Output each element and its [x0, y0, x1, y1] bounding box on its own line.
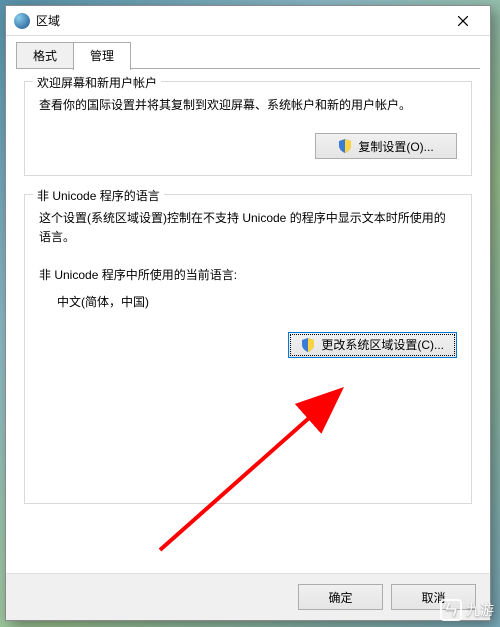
- tab-admin[interactable]: 管理: [73, 42, 131, 70]
- close-button[interactable]: [442, 8, 484, 34]
- group-welcome: 欢迎屏幕和新用户帐户 查看你的国际设置并将其复制到欢迎屏幕、系统帐户和新的用户帐…: [24, 81, 472, 176]
- dialog-content: 欢迎屏幕和新用户帐户 查看你的国际设置并将其复制到欢迎屏幕、系统帐户和新的用户帐…: [6, 69, 490, 573]
- current-language-value: 中文(简体，中国): [57, 293, 457, 310]
- watermark: ㄣ 九游: [440, 599, 494, 621]
- group-nonunicode-legend: 非 Unicode 程序的语言: [33, 187, 164, 204]
- shield-icon: [301, 338, 315, 352]
- ok-button[interactable]: 确定: [298, 584, 383, 610]
- change-locale-button[interactable]: 更改系统区域设置(C)...: [288, 332, 457, 358]
- current-language-label: 非 Unicode 程序中所使用的当前语言:: [39, 266, 457, 285]
- dialog-button-bar: 确定 取消: [6, 573, 490, 620]
- shield-icon: [338, 139, 352, 153]
- region-dialog: 区域 格式 管理 欢迎屏幕和新用户帐户 查看你的国际设置并将其复制到欢迎屏幕、系…: [5, 5, 491, 621]
- group-welcome-desc: 查看你的国际设置并将其复制到欢迎屏幕、系统帐户和新的用户帐户。: [39, 96, 457, 115]
- tab-format[interactable]: 格式: [16, 42, 74, 69]
- tab-strip: 格式 管理: [6, 36, 490, 69]
- copy-settings-button[interactable]: 复制设置(O)...: [315, 133, 457, 159]
- window-title: 区域: [36, 12, 442, 29]
- close-icon: [458, 16, 468, 26]
- globe-icon: [14, 13, 30, 29]
- watermark-logo: ㄣ: [440, 599, 462, 621]
- watermark-text: 九游: [466, 600, 494, 620]
- titlebar: 区域: [6, 6, 490, 36]
- copy-settings-label: 复制设置(O)...: [358, 138, 433, 155]
- group-nonunicode: 非 Unicode 程序的语言 这个设置(系统区域设置)控制在不支持 Unico…: [24, 194, 472, 504]
- change-locale-label: 更改系统区域设置(C)...: [321, 336, 444, 353]
- group-nonunicode-desc: 这个设置(系统区域设置)控制在不支持 Unicode 的程序中显示文本时所使用的…: [39, 209, 457, 247]
- group-welcome-legend: 欢迎屏幕和新用户帐户: [33, 74, 161, 91]
